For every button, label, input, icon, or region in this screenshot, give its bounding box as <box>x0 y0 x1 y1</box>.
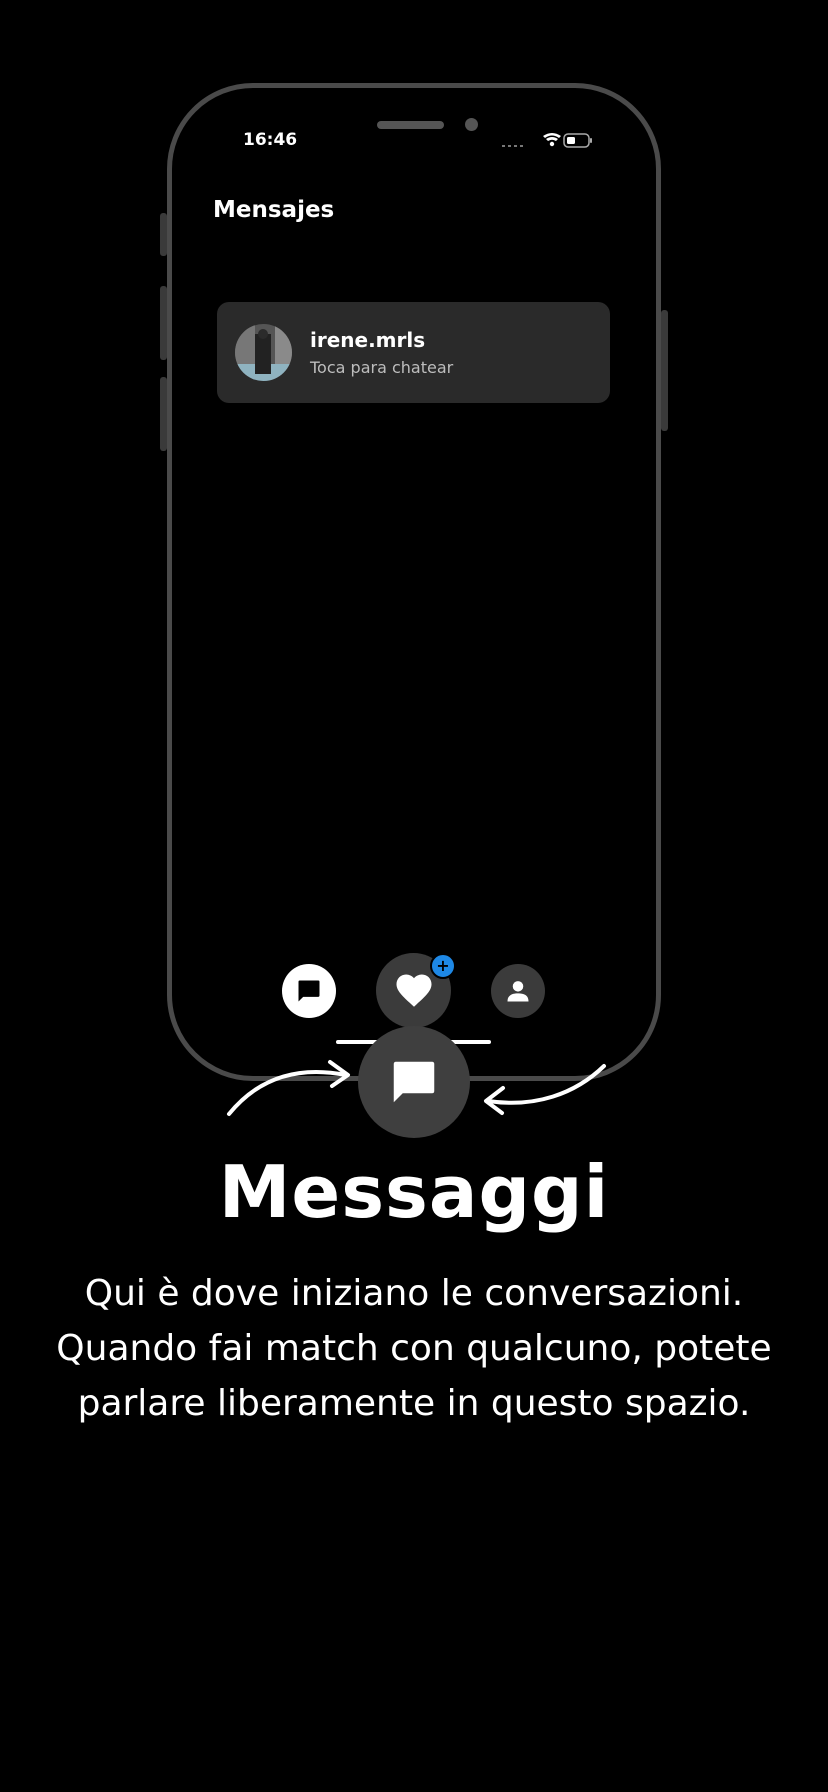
feature-title: Messaggi <box>218 1150 610 1234</box>
feature-description-line: parlare liberamente in questo spazio. <box>77 1383 751 1424</box>
phone-side-button <box>160 213 167 256</box>
status-icons <box>502 133 592 148</box>
phone-side-button <box>160 286 167 360</box>
status-time: 16:46 <box>243 130 298 150</box>
nav-profile-button[interactable] <box>491 964 545 1018</box>
nav-messages-button[interactable] <box>282 964 336 1018</box>
cellular-signal-icon <box>502 145 523 147</box>
phone-camera <box>465 118 478 131</box>
feature-description: Qui è dove iniziano le conversazioni. Qu… <box>40 1266 788 1431</box>
chat-bubble-icon <box>393 1061 435 1103</box>
arrow-right-icon <box>227 1060 350 1116</box>
screen-title: Mensajes <box>213 197 335 223</box>
feature-description-line: Qui è dove iniziano le conversazioni. <box>84 1273 744 1314</box>
battery-icon <box>563 133 592 148</box>
chat-bubble-icon <box>298 980 320 1002</box>
phone-side-button <box>160 377 167 451</box>
phone-frame <box>167 83 661 1081</box>
wifi-icon <box>543 133 561 147</box>
feature-description-line: Quando fai match con qualcuno, potete <box>56 1328 772 1369</box>
chat-contact-name: irene.mrls <box>310 328 426 352</box>
arrow-left-icon <box>484 1064 606 1115</box>
chat-list-item[interactable]: irene.mrls Toca para chatear <box>217 302 610 403</box>
new-likes-badge: + <box>430 953 456 979</box>
person-icon <box>507 981 529 1002</box>
phone-speaker <box>377 121 444 129</box>
avatar <box>235 324 292 381</box>
messages-feature-badge <box>358 1026 470 1138</box>
chat-subtitle: Toca para chatear <box>310 358 454 377</box>
phone-side-button <box>661 310 668 431</box>
heart-icon <box>396 974 431 1007</box>
